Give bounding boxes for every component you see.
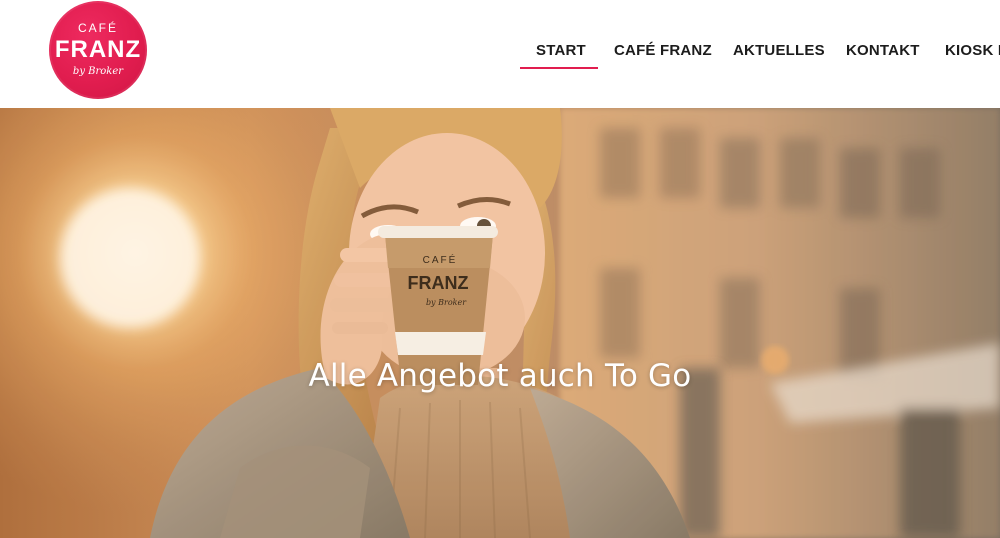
nav-item-cafe-franz[interactable]: CAFÉ FRANZ <box>614 42 712 59</box>
main-navigation: START CAFÉ FRANZ AKTUELLES KONTAKT KIOSK… <box>0 0 1000 108</box>
site-header: CAFÉ FRANZ by Broker START CAFÉ FRANZ AK… <box>0 0 1000 108</box>
hero-caption: Alle Angebot auch To Go <box>308 358 692 394</box>
hero-section: CAFÉ FRANZ by Broker Alle Angebot auch T… <box>0 108 1000 538</box>
active-nav-underline <box>520 67 598 69</box>
nav-item-start[interactable]: START <box>536 42 586 59</box>
hero-photo: CAFÉ FRANZ by Broker <box>0 108 1000 538</box>
nav-item-aktuelles[interactable]: AKTUELLES <box>733 42 825 59</box>
nav-item-kiosk[interactable]: KIOSK FI <box>945 42 1000 59</box>
nav-item-kontakt[interactable]: KONTAKT <box>846 42 920 59</box>
